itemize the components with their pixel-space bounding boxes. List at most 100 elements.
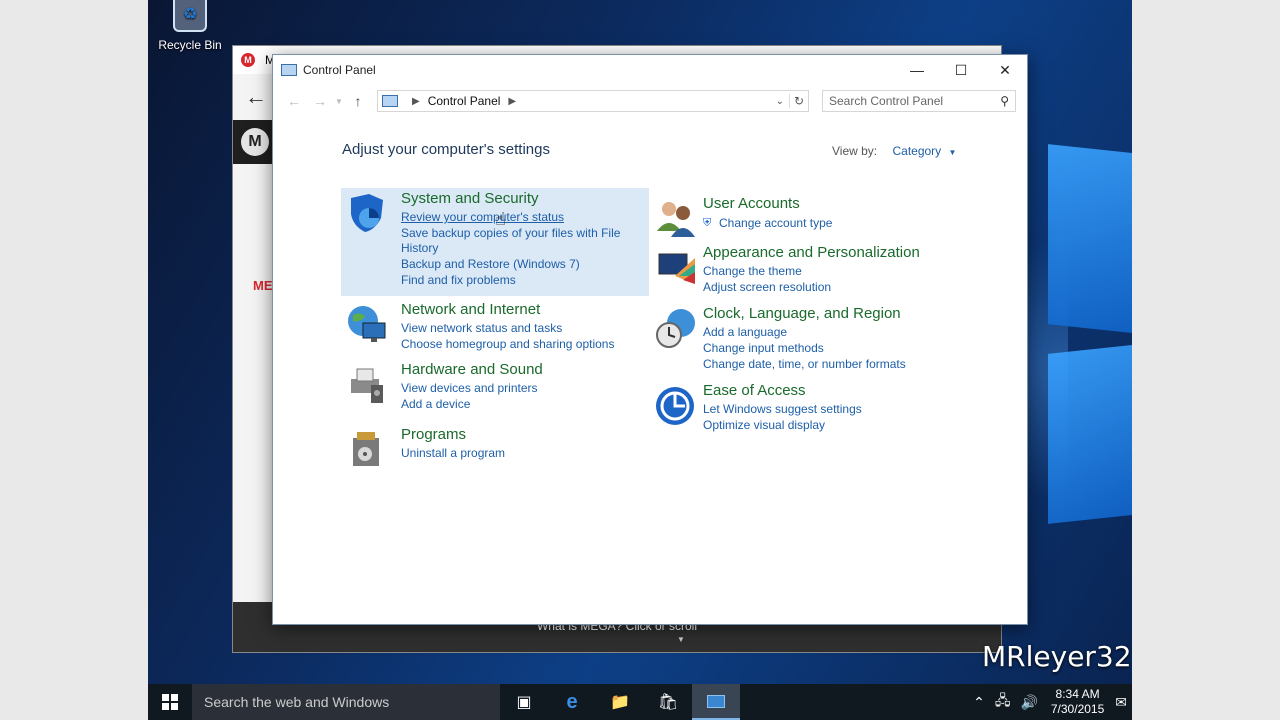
programs-icon: [353, 432, 379, 466]
appearance-icon: [658, 253, 695, 284]
category-title-appearance[interactable]: Appearance and Personalization: [703, 244, 920, 261]
scroll-down-icon[interactable]: ▼: [233, 635, 1001, 644]
hand-cursor-icon: ☝: [495, 209, 506, 229]
minimize-button[interactable]: —: [895, 55, 939, 85]
link-devices-printers[interactable]: View devices and printers: [401, 381, 538, 395]
clock-time: 8:34 AM: [1055, 687, 1100, 701]
view-by-dropdown[interactable]: Category: [892, 144, 941, 158]
category-title-ease-of-access[interactable]: Ease of Access: [703, 382, 806, 399]
category-title-user-accounts[interactable]: User Accounts: [703, 195, 800, 212]
link-change-account-type[interactable]: Change account type: [719, 216, 832, 230]
store-icon[interactable]: 🛍: [644, 684, 692, 720]
refresh-icon[interactable]: ↻: [788, 94, 804, 108]
link-uninstall[interactable]: Uninstall a program: [401, 446, 505, 460]
task-view-icon[interactable]: ▣: [500, 684, 548, 720]
category-appearance[interactable]: Appearance and Personalization Change th…: [651, 242, 971, 298]
category-clock-region[interactable]: Clock, Language, and Region Add a langua…: [651, 303, 971, 375]
watermark: MRleyer32: [982, 640, 1132, 673]
control-panel-taskbar-icon[interactable]: [692, 684, 740, 720]
taskbar: Search the web and Windows ▣ e 📁 🛍 ⌃ 🖧 🔊…: [148, 684, 1132, 720]
recycle-bin-label: Recycle Bin: [158, 38, 222, 52]
control-panel-icon: [382, 95, 398, 107]
close-button[interactable]: ✕: [983, 55, 1027, 85]
link-file-history[interactable]: Save backup copies of your files with Fi…: [401, 226, 620, 240]
category-hardware-sound[interactable]: Hardware and Sound View devices and prin…: [341, 359, 649, 415]
category-title-network[interactable]: Network and Internet: [401, 301, 540, 318]
link-homegroup[interactable]: Choose homegroup and sharing options: [401, 337, 614, 351]
show-hidden-icons-icon[interactable]: ⌃: [973, 694, 985, 711]
view-by: View by: Category ▼: [832, 144, 956, 158]
forward-icon[interactable]: →: [307, 93, 333, 109]
category-programs[interactable]: Programs Uninstall a program: [341, 424, 649, 468]
start-button[interactable]: [148, 684, 192, 720]
maximize-button[interactable]: ☐: [939, 55, 983, 85]
shield-icon: [351, 194, 383, 232]
category-system-security[interactable]: System and Security Review your computer…: [341, 188, 649, 296]
link-backup-restore[interactable]: Backup and Restore (Windows 7): [401, 257, 580, 271]
up-icon[interactable]: ↑: [345, 93, 371, 109]
category-title-hardware[interactable]: Hardware and Sound: [401, 361, 543, 378]
taskbar-search-placeholder: Search the web and Windows: [204, 694, 390, 710]
network-globe-icon: [348, 306, 386, 342]
recycle-bin-shortcut[interactable]: Recycle Bin: [154, 0, 226, 52]
breadcrumb-control-panel[interactable]: Control Panel: [428, 94, 501, 108]
category-title-programs[interactable]: Programs: [401, 426, 466, 443]
uac-shield-icon: ⛨: [703, 217, 712, 229]
search-icon[interactable]: ⚲: [1000, 94, 1009, 108]
link-suggest-settings[interactable]: Let Windows suggest settings: [703, 402, 862, 416]
category-title-clock[interactable]: Clock, Language, and Region: [703, 305, 901, 322]
file-explorer-icon[interactable]: 📁: [596, 684, 644, 720]
link-network-status[interactable]: View network status and tasks: [401, 321, 562, 335]
link-screen-resolution[interactable]: Adjust screen resolution: [703, 280, 831, 294]
users-icon: [657, 202, 695, 237]
edge-browser-icon[interactable]: e: [548, 684, 596, 720]
link-find-fix[interactable]: Find and fix problems: [401, 273, 516, 287]
printer-icon: [351, 368, 383, 403]
page-title: Adjust your computer's settings: [342, 141, 550, 158]
ease-of-access-icon: [656, 387, 694, 425]
address-dropdown-icon[interactable]: ⌄: [776, 96, 784, 107]
link-date-formats[interactable]: Change date, time, or number formats: [703, 357, 906, 371]
mega-m-icon[interactable]: M: [241, 128, 269, 156]
action-center-icon[interactable]: ✉: [1115, 694, 1127, 711]
letterbox-left: [0, 0, 148, 720]
link-add-language[interactable]: Add a language: [703, 325, 787, 339]
window-title: Control Panel: [303, 63, 376, 77]
volume-icon[interactable]: 🔊: [1020, 694, 1037, 711]
address-bar-row: ← → ▼ ↑ ▶ Control Panel ▶ ⌄ ↻ Search Con…: [281, 89, 1019, 113]
mega-logo-icon: M: [241, 53, 255, 67]
clock[interactable]: 8:34 AM 7/30/2015: [1051, 687, 1104, 717]
category-ease-of-access[interactable]: Ease of Access Let Windows suggest setti…: [651, 380, 971, 436]
category-title-system-security[interactable]: System and Security: [401, 190, 539, 207]
link-review-status[interactable]: Review your computer's status: [401, 210, 564, 224]
link-optimize-display[interactable]: Optimize visual display: [703, 418, 825, 432]
letterbox-right: [1132, 0, 1280, 720]
category-network-internet[interactable]: Network and Internet View network status…: [341, 299, 649, 355]
link-add-device[interactable]: Add a device: [401, 397, 470, 411]
recent-locations-icon[interactable]: ▼: [333, 97, 345, 106]
search-input[interactable]: Search Control Panel ⚲: [822, 90, 1016, 112]
control-panel-window[interactable]: Control Panel — ☐ ✕ ← → ▼ ↑ ▶ Control Pa…: [272, 54, 1028, 625]
clock-globe-icon: [656, 309, 695, 348]
taskbar-search-box[interactable]: Search the web and Windows: [192, 684, 500, 720]
link-change-theme[interactable]: Change the theme: [703, 264, 802, 278]
desktop: Recycle Bin M M ← M ME What is MEGA? Cli…: [148, 0, 1132, 684]
category-user-accounts[interactable]: User Accounts ⛨ Change account type: [651, 193, 971, 237]
recycle-bin-icon: [173, 0, 207, 32]
system-tray: ⌃ 🖧 🔊 8:34 AM 7/30/2015 ✉: [968, 684, 1132, 720]
windows-logo-icon: [162, 694, 178, 710]
link-input-methods[interactable]: Change input methods: [703, 341, 824, 355]
address-bar[interactable]: ▶ Control Panel ▶ ⌄ ↻: [377, 90, 809, 112]
chevron-down-icon[interactable]: ▼: [949, 148, 957, 157]
view-by-label: View by:: [832, 144, 878, 158]
back-arrow-icon[interactable]: ←: [245, 84, 267, 110]
network-icon[interactable]: 🖧: [995, 690, 1011, 714]
control-panel-content: Adjust your computer's settings View by:…: [273, 117, 1027, 624]
back-icon[interactable]: ←: [281, 93, 307, 109]
mega-red-text: ME: [253, 278, 273, 293]
chevron-right-icon[interactable]: ▶: [508, 96, 516, 107]
chevron-right-icon[interactable]: ▶: [412, 96, 420, 107]
link-file-history-cont[interactable]: History: [401, 241, 438, 255]
control-panel-icon: [281, 64, 297, 76]
clock-date: 7/30/2015: [1050, 702, 1105, 716]
